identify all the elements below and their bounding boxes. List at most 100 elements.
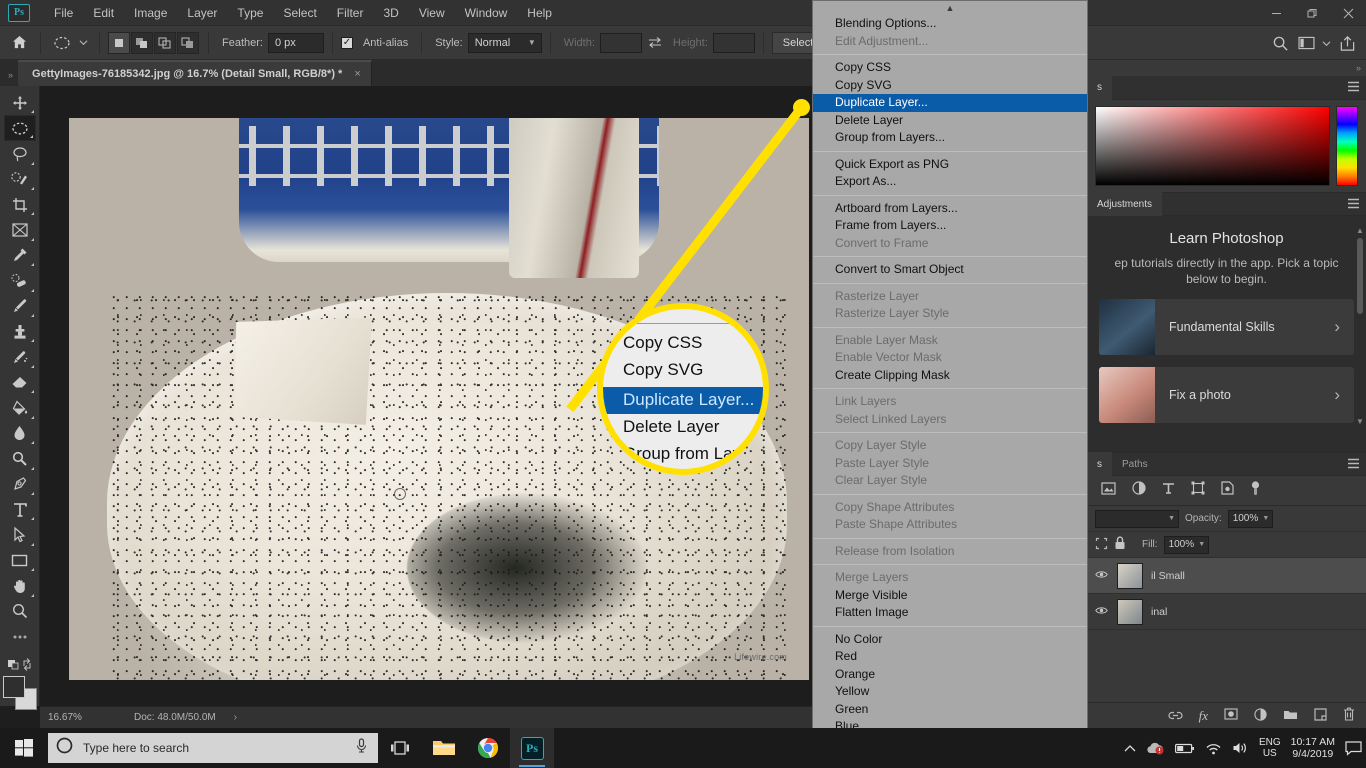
menu-scroll-up-icon[interactable]: ▲ — [813, 1, 1087, 15]
menu-item-duplicate-layer[interactable]: Duplicate Layer... — [813, 94, 1087, 112]
fill-input[interactable]: 100% ▼ — [1163, 535, 1210, 554]
color-picker-panel[interactable] — [1087, 100, 1366, 192]
eye-icon[interactable] — [1095, 570, 1109, 582]
blur-tool[interactable] — [4, 421, 36, 446]
scroll-up-icon[interactable]: ▲ — [1356, 226, 1364, 235]
menu-filter[interactable]: Filter — [327, 2, 374, 24]
menu-file[interactable]: File — [44, 2, 83, 24]
foreground-color-swatch[interactable] — [2, 676, 25, 699]
delete-layer-icon[interactable] — [1343, 707, 1355, 724]
add-to-selection-button[interactable] — [131, 31, 153, 54]
menu-item-blending-options[interactable]: Blending Options... — [813, 15, 1087, 33]
adjustment-layer-icon[interactable] — [1254, 707, 1267, 724]
restore-button[interactable] — [1294, 0, 1330, 26]
layer-row[interactable]: inal — [1087, 594, 1366, 630]
menu-item-orange[interactable]: Orange — [813, 666, 1087, 684]
new-group-icon[interactable] — [1283, 709, 1298, 723]
search-icon[interactable] — [1267, 30, 1293, 56]
feather-input[interactable]: 0 px — [267, 32, 324, 53]
windows-start-icon[interactable] — [0, 728, 48, 768]
learn-card-fix-a-photo[interactable]: Fix a photo › — [1099, 367, 1354, 424]
height-input[interactable] — [712, 32, 755, 53]
lasso-tool[interactable] — [4, 141, 36, 166]
tray-chevron-icon[interactable] — [1124, 744, 1136, 753]
menu-item-red[interactable]: Red — [813, 648, 1087, 666]
color-field[interactable] — [1095, 106, 1330, 186]
home-icon[interactable] — [6, 30, 32, 56]
frame-tool[interactable] — [4, 217, 36, 242]
adjustment-icon[interactable] — [1132, 481, 1146, 500]
menu-item-convert-to-smart-object[interactable]: Convert to Smart Object — [813, 261, 1087, 279]
transform-icon[interactable] — [1191, 481, 1205, 500]
elliptical-marquee-icon[interactable] — [49, 30, 75, 56]
menu-item-create-clipping-mask[interactable]: Create Clipping Mask — [813, 367, 1087, 385]
menu-item-group-from-layers[interactable]: Group from Layers... — [813, 129, 1087, 147]
layer-row[interactable]: il Small — [1087, 558, 1366, 594]
opacity-input[interactable]: 100% ▼ — [1227, 509, 1274, 528]
minimize-button[interactable] — [1258, 0, 1294, 26]
panel-menu-icon[interactable] — [1347, 81, 1360, 94]
learn-panel-scrollbar[interactable]: ▲ ▼ — [1356, 226, 1364, 426]
learn-card-fundamental-skills[interactable]: Fundamental Skills › — [1099, 299, 1354, 356]
lock-transparency-icon[interactable] — [1095, 537, 1108, 553]
pen-tool[interactable] — [4, 472, 36, 497]
width-input[interactable] — [599, 32, 642, 53]
menu-item-merge-visible[interactable]: Merge Visible — [813, 587, 1087, 605]
eyedropper-tool[interactable] — [4, 243, 36, 268]
search-input[interactable]: Type here to search — [48, 733, 378, 763]
rectangle-tool[interactable] — [4, 548, 36, 573]
blend-mode-select[interactable]: ▼ — [1095, 509, 1179, 528]
collapse-dock-icon[interactable]: » — [1087, 60, 1366, 76]
color-swatches[interactable] — [2, 676, 37, 711]
collapse-panels-icon[interactable]: » — [0, 70, 18, 86]
new-layer-icon[interactable] — [1314, 707, 1327, 724]
history-brush-tool[interactable] — [4, 344, 36, 369]
text-icon[interactable] — [1162, 482, 1175, 500]
menu-item-copy-svg[interactable]: Copy SVG — [813, 77, 1087, 95]
menu-help[interactable]: Help — [517, 2, 562, 24]
close-button[interactable] — [1330, 0, 1366, 26]
volume-icon[interactable] — [1232, 741, 1249, 755]
link-layers-icon[interactable] — [1168, 709, 1183, 723]
menu-item-artboard-from-layers[interactable]: Artboard from Layers... — [813, 200, 1087, 218]
panel-menu-icon[interactable] — [1347, 198, 1360, 211]
close-icon[interactable]: × — [354, 68, 360, 80]
tab-adjustments[interactable]: Adjustments — [1087, 192, 1163, 216]
share-icon[interactable] — [1334, 30, 1360, 56]
edit-toolbar-button[interactable] — [4, 624, 36, 649]
menu-item-flatten-image[interactable]: Flatten Image — [813, 604, 1087, 622]
eye-icon[interactable] — [1095, 606, 1109, 618]
move-tool[interactable] — [4, 90, 36, 115]
microphone-icon[interactable] — [355, 738, 368, 758]
spot-healing-brush-tool[interactable] — [4, 268, 36, 293]
gradient-tool[interactable] — [4, 395, 36, 420]
menu-item-copy-css[interactable]: Copy CSS — [813, 59, 1087, 77]
mask-icon[interactable] — [1221, 481, 1234, 500]
eye-icon[interactable] — [1250, 480, 1261, 501]
onedrive-error-icon[interactable] — [1146, 741, 1165, 755]
antialias-checkbox[interactable]: ✓ — [340, 36, 353, 49]
clone-stamp-tool[interactable] — [4, 319, 36, 344]
tab-layers[interactable]: s — [1087, 452, 1112, 476]
brush-tool[interactable] — [4, 294, 36, 319]
quick-selection-tool[interactable] — [4, 167, 36, 192]
menu-type[interactable]: Type — [227, 2, 273, 24]
style-select[interactable]: Normal ▼ — [467, 32, 542, 53]
menu-item-no-color[interactable]: No Color — [813, 631, 1087, 649]
path-selection-tool[interactable] — [4, 522, 36, 547]
default-colors-and-swap[interactable] — [4, 655, 36, 674]
image-icon[interactable] — [1101, 481, 1116, 500]
clock[interactable]: 10:17 AM 9/4/2019 — [1291, 736, 1335, 760]
menu-3d[interactable]: 3D — [373, 2, 408, 24]
chevron-down-icon[interactable] — [75, 30, 91, 56]
chrome-icon[interactable] — [466, 728, 510, 768]
document-tab[interactable]: GettyImages-76185342.jpg @ 16.7% (Detail… — [18, 60, 372, 86]
menu-item-export-as[interactable]: Export As... — [813, 173, 1087, 191]
task-view-icon[interactable] — [378, 728, 422, 768]
menu-item-yellow[interactable]: Yellow — [813, 683, 1087, 701]
menu-select[interactable]: Select — [273, 2, 326, 24]
battery-icon[interactable] — [1174, 743, 1195, 754]
new-selection-button[interactable] — [108, 31, 130, 54]
menu-window[interactable]: Window — [455, 2, 518, 24]
tab-color[interactable]: s — [1087, 75, 1112, 100]
